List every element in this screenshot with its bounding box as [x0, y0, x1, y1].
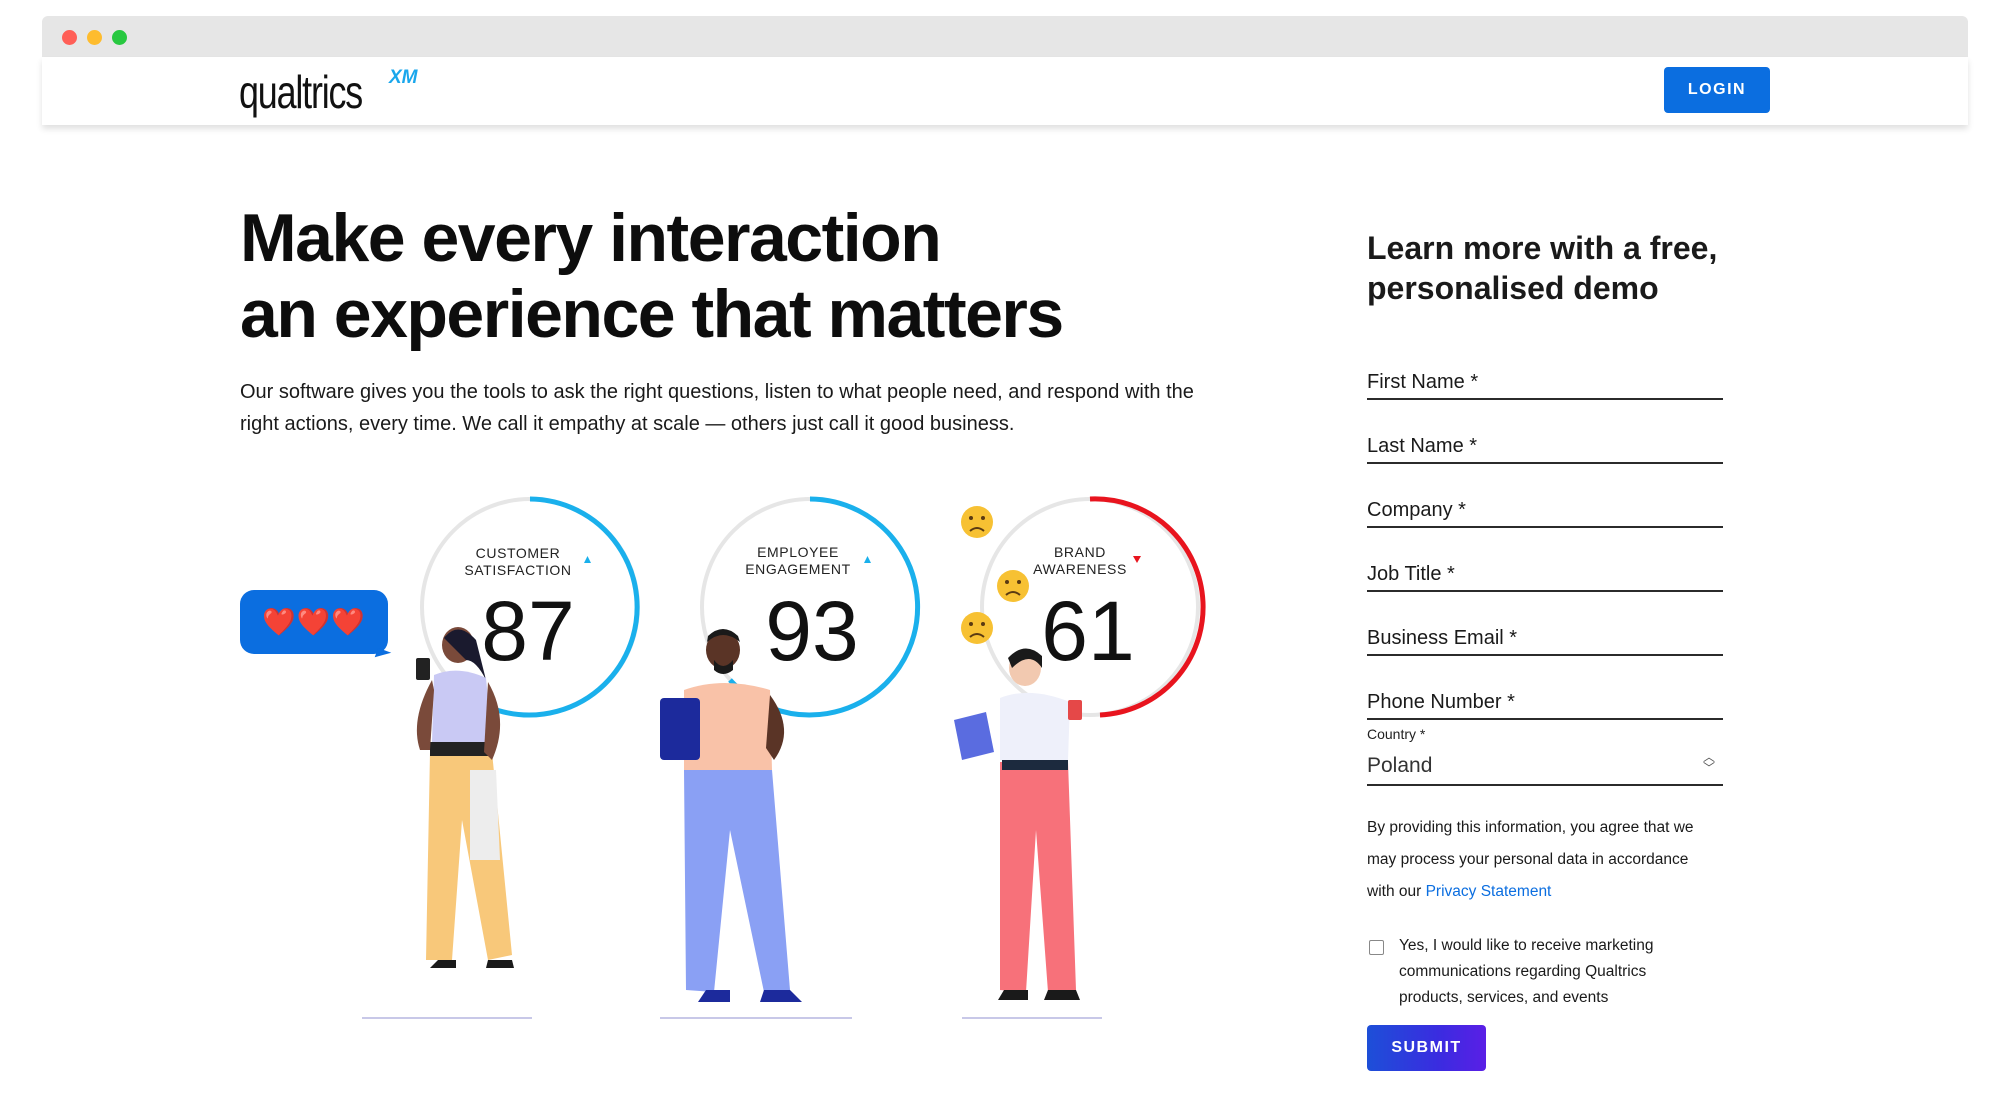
person-employee-illustration: [660, 629, 852, 1019]
marketing-line-2: communications regarding Qualtrics: [1399, 963, 1647, 980]
gauge-label-brand-2: AWARENESS: [1033, 561, 1127, 577]
employee-engagement-gauge: EMPLOYEE ENGAGEMENT 93: [700, 496, 921, 718]
gauge-label-employee-1: EMPLOYEE: [757, 544, 839, 560]
job-title-field[interactable]: Job Title *: [1367, 558, 1723, 592]
consent-line-1: By providing this information, you agree…: [1367, 819, 1694, 836]
submit-button[interactable]: SUBMIT: [1367, 1025, 1486, 1071]
marketing-opt-in-checkbox[interactable]: [1369, 940, 1384, 955]
gauge-value-customer: 87: [481, 584, 574, 678]
country-label: Country *: [1367, 726, 1426, 742]
chat-bubble-hearts: ❤️❤️❤️: [240, 590, 388, 654]
company-label: Company *: [1367, 499, 1466, 521]
demo-form-title: Learn more with a free, personalised dem…: [1367, 228, 1767, 308]
country-select[interactable]: Poland ︿ ﹀: [1367, 750, 1723, 786]
brand-awareness-gauge: BRAND AWARENESS 61: [980, 496, 1206, 718]
hero-description: Our software gives you the tools to ask …: [240, 376, 1240, 440]
gauge-label-employee-2: ENGAGEMENT: [745, 561, 851, 577]
sad-face-icon: [961, 506, 993, 538]
minimize-window-button[interactable]: [87, 30, 102, 45]
gauge-label-customer-2: SATISFACTION: [464, 562, 571, 578]
top-navbar: qualtrics XM LOGIN: [42, 57, 1968, 125]
consent-line-3: with our: [1367, 883, 1426, 900]
trend-up-icon: [584, 556, 591, 563]
country-value: Poland: [1367, 754, 1433, 777]
select-chevrons-icon: ︿ ﹀: [1702, 750, 1715, 775]
hero-title-line-1: Make every interaction: [240, 200, 942, 276]
marketing-line-3: products, services, and events: [1399, 989, 1609, 1006]
person-customer-illustration: [362, 627, 532, 1019]
sad-face-icon: [997, 570, 1029, 602]
logo-xm-mark: XM: [389, 67, 418, 88]
phone-number-label: Phone Number *: [1367, 691, 1515, 713]
hero-title-line-2: an experience that matters: [240, 276, 1064, 352]
first-name-label: First Name *: [1367, 371, 1479, 393]
demo-form-title-line-1: Learn more with a free,: [1367, 230, 1718, 266]
close-window-button[interactable]: [62, 30, 77, 45]
trend-down-icon: [1133, 556, 1141, 563]
marketing-line-1: Yes, I would like to receive marketing: [1399, 937, 1654, 954]
trend-up-icon: [864, 556, 871, 563]
business-email-field[interactable]: Business Email *: [1367, 622, 1723, 656]
consent-line-2: may process your personal data in accord…: [1367, 851, 1689, 868]
browser-titlebar: [42, 16, 1968, 57]
hero-illustration: ❤️❤️❤️ CUSTOMER SATISFACTION 87 EMPLOYEE…: [230, 490, 1230, 1030]
last-name-field[interactable]: Last Name *: [1367, 430, 1723, 464]
gauge-label-brand-1: BRAND: [1054, 544, 1106, 560]
gauge-value-employee: 93: [765, 584, 858, 678]
qualtrics-logo[interactable]: qualtrics: [239, 65, 363, 119]
job-title-label: Job Title *: [1367, 563, 1455, 585]
privacy-statement-link[interactable]: Privacy Statement: [1426, 883, 1552, 900]
hero-description-line-2: right actions, every time. We call it em…: [240, 413, 1015, 435]
gauge-value-brand: 61: [1041, 584, 1134, 678]
metrics-illustration-svg: CUSTOMER SATISFACTION 87 EMPLOYEE ENGAGE…: [362, 496, 1206, 1019]
login-button[interactable]: LOGIN: [1664, 67, 1770, 113]
maximize-window-button[interactable]: [112, 30, 127, 45]
hero-title: Make every interaction an experience tha…: [240, 200, 1140, 352]
first-name-field[interactable]: First Name *: [1367, 366, 1723, 400]
marketing-opt-in-label[interactable]: Yes, I would like to receive marketing c…: [1399, 933, 1699, 1011]
company-field[interactable]: Company *: [1367, 494, 1723, 528]
sad-face-icon: [961, 612, 993, 644]
demo-form-title-line-2: personalised demo: [1367, 270, 1659, 306]
business-email-label: Business Email *: [1367, 627, 1518, 649]
last-name-label: Last Name *: [1367, 435, 1478, 457]
phone-number-field[interactable]: Phone Number *: [1367, 686, 1723, 720]
gauge-label-customer-1: CUSTOMER: [476, 545, 561, 561]
privacy-consent-text: By providing this information, you agree…: [1367, 812, 1737, 908]
hero-description-line-1: Our software gives you the tools to ask …: [240, 381, 1194, 403]
person-brand-illustration: [954, 648, 1102, 1019]
